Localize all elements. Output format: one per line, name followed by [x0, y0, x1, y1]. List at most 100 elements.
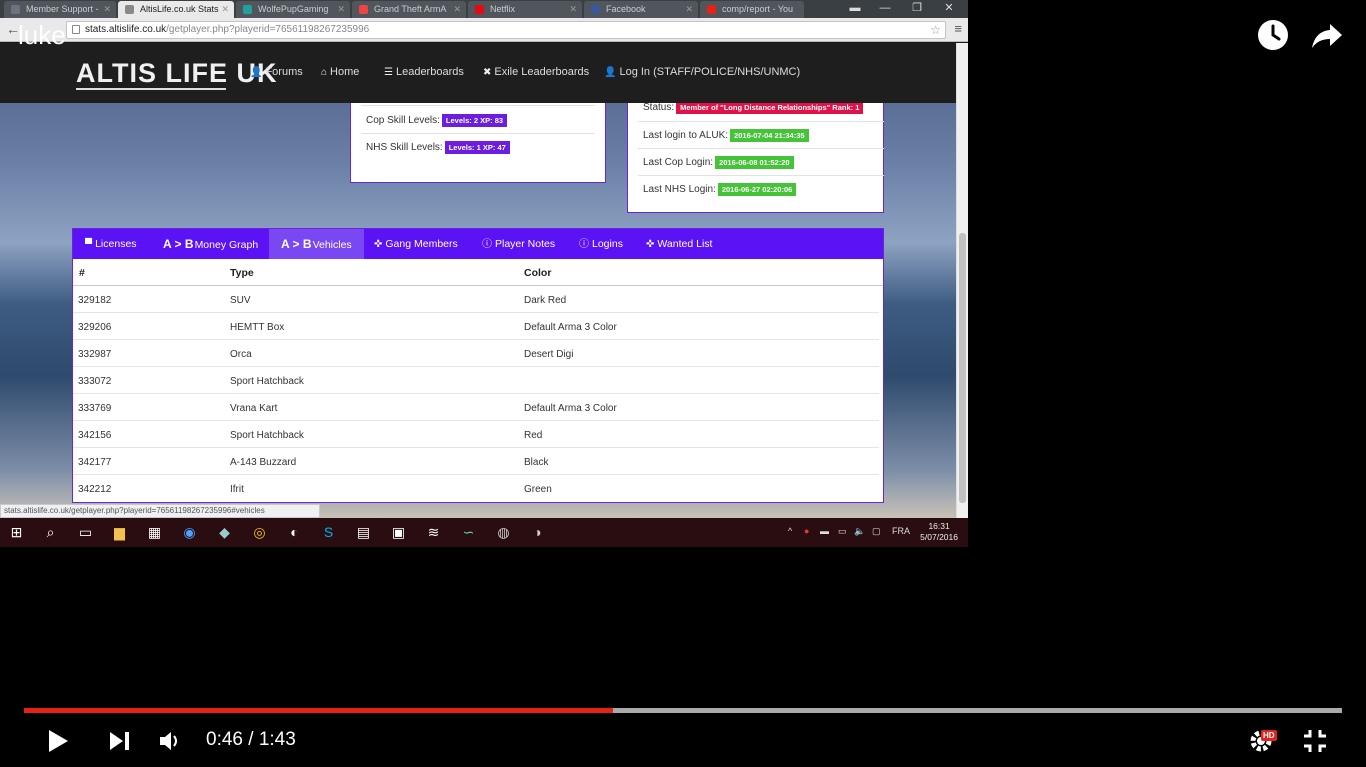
vehicle-type: SUV: [230, 295, 251, 306]
tab-title: Netflix: [490, 4, 516, 14]
scroll-thumb[interactable]: [959, 233, 966, 503]
taskbar-clock[interactable]: 16:31 5/07/2016: [920, 521, 958, 543]
nav-forums-label: Forums: [265, 66, 303, 78]
nav-home[interactable]: ⌂ Home: [321, 66, 359, 78]
display-icon[interactable]: ▭: [838, 526, 847, 537]
progress-bar[interactable]: [24, 708, 1342, 713]
skype-icon[interactable]: S: [320, 524, 337, 541]
file-explorer-icon[interactable]: ▆: [111, 524, 128, 541]
hd-badge: HD: [1261, 730, 1277, 741]
video-title[interactable]: luke: [18, 20, 66, 51]
vehicle-type: Sport Hatchback: [230, 376, 304, 387]
time-display: 0:46 / 1:43: [206, 729, 296, 751]
browser-tab[interactable]: Grand Theft ArmA ✕: [352, 1, 466, 18]
steam-icon[interactable]: ◆: [216, 524, 233, 541]
browser-menu-icon[interactable]: ≡: [954, 21, 962, 36]
divider: [361, 105, 595, 106]
close-window-icon[interactable]: ✕: [934, 0, 964, 18]
app-icon[interactable]: ▣: [390, 524, 407, 541]
vehicle-color: Green: [524, 484, 552, 495]
nav-forums[interactable]: 👤 Forums: [250, 66, 303, 78]
network-icon[interactable]: ▬: [820, 526, 829, 536]
tray-chevron-icon[interactable]: ^: [788, 526, 792, 536]
tab-gang-members[interactable]: ✜ Gang Members: [362, 229, 470, 259]
windows-start-icon[interactable]: ⊞: [8, 524, 25, 541]
clock-date: 5/07/2016: [920, 532, 958, 542]
teamspeak-icon[interactable]: ◍: [495, 524, 512, 541]
progress-buffered: [613, 708, 1342, 713]
vehicle-id: 333072: [78, 376, 112, 387]
close-icon[interactable]: ✕: [569, 1, 577, 17]
tab-money-graph[interactable]: A > BMoney Graph: [151, 229, 270, 259]
tab-favicon-icon: [243, 5, 252, 14]
volume-icon[interactable]: [158, 730, 182, 752]
browser-tab[interactable]: comp/report - You: [700, 1, 804, 18]
browser-tab[interactable]: WolfePupGaming ✕: [236, 1, 350, 18]
last-cop-row: Last Cop Login: 2016-06-08 01:52:20: [643, 156, 794, 169]
last-login-row: Last login to ALUK: 2016-07-04 21:34:35: [643, 129, 809, 142]
browser-tab-active[interactable]: AltisLife.co.uk Stats ✕: [118, 1, 234, 18]
close-icon[interactable]: ✕: [453, 1, 461, 17]
search-icon[interactable]: ⌕: [42, 524, 59, 541]
browser-icon[interactable]: ◉: [181, 524, 198, 541]
task-view-icon[interactable]: ▭: [77, 524, 94, 541]
app-icon[interactable]: ▦: [146, 524, 163, 541]
site-logo[interactable]: ALTIS LIFE UK: [76, 58, 277, 90]
minimize-icon[interactable]: —: [870, 0, 900, 18]
close-icon[interactable]: ✕: [103, 1, 111, 17]
page-info-icon[interactable]: [72, 25, 80, 34]
user-icon[interactable]: ▬: [840, 0, 870, 18]
tray-app-icon[interactable]: ●: [804, 526, 809, 536]
page-scrollbar[interactable]: [956, 43, 968, 518]
bookmark-star-icon[interactable]: ☆: [930, 22, 941, 38]
last-cop-badge: 2016-06-08 01:52:20: [715, 156, 794, 169]
last-login-badge: 2016-07-04 21:34:35: [730, 129, 809, 142]
column-header-color[interactable]: Color: [524, 267, 551, 279]
watch-later-icon[interactable]: [1256, 18, 1290, 52]
close-icon[interactable]: ✕: [221, 1, 229, 17]
tab-wanted-list[interactable]: ✜ Wanted List: [634, 229, 724, 259]
app-icon[interactable]: ▤: [355, 524, 372, 541]
list-icon: ☰: [384, 67, 393, 78]
tab-player-notes[interactable]: ⓘ Player Notes: [470, 229, 567, 259]
browser-tab[interactable]: Member Support - ✕: [4, 1, 116, 18]
close-icon[interactable]: ✕: [685, 1, 693, 17]
progress-played: [24, 708, 614, 713]
column-header-type[interactable]: Type: [230, 267, 254, 279]
tab-title: AltisLife.co.uk Stats: [140, 4, 219, 14]
tab-label: Wanted List: [657, 238, 713, 250]
user-icon: 👤: [250, 67, 263, 78]
app-icon[interactable]: ≋: [425, 524, 442, 541]
column-header-id[interactable]: #: [79, 267, 85, 279]
nav-exile-leaderboards[interactable]: ✖ Exile Leaderboards: [483, 66, 589, 78]
close-icon[interactable]: ✕: [337, 1, 345, 17]
nhs-skill-badge: Levels: 1 XP: 47: [444, 141, 510, 154]
url-field[interactable]: stats.altislife.co.uk/getplayer.php?play…: [66, 21, 946, 39]
language-indicator[interactable]: FRA: [892, 526, 910, 536]
tab-licenses[interactable]: ▀ Licenses: [73, 229, 149, 259]
restore-icon[interactable]: ❐: [902, 0, 932, 18]
notification-icon[interactable]: ▢: [872, 526, 881, 537]
app-icon[interactable]: ◑: [529, 524, 546, 541]
browser-tab[interactable]: Facebook ✕: [584, 1, 698, 18]
app-icon[interactable]: ∽: [460, 524, 477, 541]
tab-label: Licenses: [95, 238, 137, 250]
recorded-desktop: Member Support - ✕ AltisLife.co.uk Stats…: [0, 0, 968, 547]
chrome-icon[interactable]: ◎: [251, 524, 268, 541]
tab-logins[interactable]: ⓘ Logins: [567, 229, 635, 259]
exit-fullscreen-icon[interactable]: [1302, 728, 1328, 754]
next-icon[interactable]: [108, 730, 132, 752]
nav-login[interactable]: 👤 Log In (STAFF/POLICE/NHS/UNMC): [604, 66, 800, 78]
app-icon[interactable]: ◐: [286, 524, 303, 541]
browser-tab[interactable]: Netflix ✕: [468, 1, 582, 18]
tab-vehicles[interactable]: A > BVehicles: [269, 229, 364, 259]
vehicle-color: Black: [524, 457, 549, 468]
share-icon[interactable]: [1310, 18, 1344, 52]
nav-leaderboards[interactable]: ☰ Leaderboards: [384, 66, 464, 78]
site-navbar: ALTIS LIFE UK 👤 Forums ⌂ Home ☰ Leaderboard…: [0, 43, 956, 103]
url-host: stats.altislife.co.uk: [85, 24, 167, 35]
row-divider: [73, 474, 879, 475]
play-icon[interactable]: [46, 728, 70, 754]
video-player[interactable]: Member Support - ✕ AltisLife.co.uk Stats…: [0, 0, 1366, 767]
volume-icon[interactable]: 🔈: [854, 526, 865, 537]
